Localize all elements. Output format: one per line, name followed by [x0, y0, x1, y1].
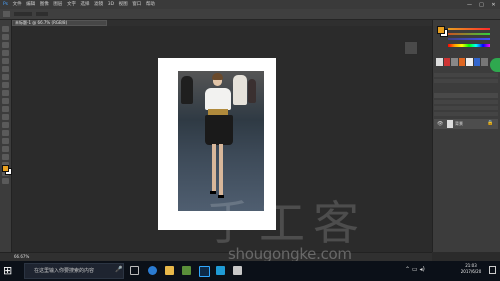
maximize-button[interactable]: □ — [478, 2, 485, 8]
menu-item-type[interactable]: 文字 — [67, 0, 76, 9]
close-button[interactable]: ✕ — [490, 2, 497, 8]
style-swatch[interactable] — [473, 58, 481, 66]
edge-icon[interactable] — [148, 266, 157, 275]
marquee-tool-icon[interactable] — [2, 34, 9, 40]
style-swatch[interactable] — [443, 58, 451, 66]
collapsed-panel-icon[interactable] — [404, 41, 418, 55]
zoom-readout[interactable]: 66.67% — [14, 254, 29, 259]
layer-name: 背景 — [455, 121, 463, 126]
taskbar-search-box[interactable]: 在这里输入你要搜索的内容 — [24, 263, 124, 279]
model-leg — [212, 144, 216, 192]
green-slider[interactable] — [448, 33, 490, 35]
layers-panel-tabs[interactable] — [434, 93, 498, 98]
menu-item-layer[interactable]: 图层 — [53, 0, 62, 9]
photos-icon[interactable] — [233, 266, 242, 275]
blur-tool-icon[interactable] — [2, 122, 9, 128]
brush-tool-icon[interactable] — [2, 82, 9, 88]
right-panel-dock — [432, 20, 500, 252]
model-skirt — [205, 115, 233, 145]
eyedropper-tool-icon[interactable] — [2, 66, 9, 72]
layers-filter-row[interactable] — [434, 100, 498, 104]
options-bar — [0, 9, 500, 20]
stamp-tool-icon[interactable] — [2, 90, 9, 96]
type-tool-icon[interactable] — [2, 146, 9, 152]
taskbar-search-placeholder: 在这里输入你要搜索的内容 — [34, 268, 95, 274]
lasso-tool-icon[interactable] — [2, 42, 9, 48]
layer-thumbnail — [447, 120, 453, 128]
zoom-tool-icon[interactable] — [2, 178, 9, 184]
layers-blend-row[interactable] — [434, 106, 498, 110]
notification-icon[interactable] — [489, 266, 496, 274]
status-bar: 66.67% — [0, 252, 432, 261]
healing-tool-icon[interactable] — [2, 74, 9, 80]
dodge-tool-icon[interactable] — [2, 130, 9, 136]
store-icon[interactable] — [182, 266, 191, 275]
style-swatch[interactable] — [466, 58, 473, 66]
menu-item-3d[interactable]: 3D — [108, 0, 114, 9]
runway-photo — [178, 71, 264, 211]
crop-tool-icon[interactable] — [2, 58, 9, 64]
path-select-tool-icon[interactable] — [2, 154, 9, 160]
menu-item-window[interactable]: 窗口 — [132, 0, 141, 9]
foreground-color-swatch[interactable] — [2, 165, 9, 172]
task-view-icon[interactable] — [130, 266, 139, 275]
red-slider[interactable] — [448, 28, 490, 30]
gradient-tool-icon[interactable] — [2, 114, 9, 120]
taskbar-clock[interactable]: 21:03 2017/6/20 — [456, 263, 486, 275]
model-shoe — [210, 191, 216, 194]
floating-green-button[interactable] — [490, 58, 500, 72]
style-swatch[interactable] — [436, 58, 443, 66]
app-icon[interactable] — [216, 266, 225, 275]
menu-item-file[interactable]: 文件 — [13, 0, 22, 9]
menu-item-image[interactable]: 图像 — [40, 0, 49, 9]
photoshop-icon[interactable] — [199, 266, 210, 277]
model-hair — [212, 73, 223, 80]
background-model — [248, 79, 256, 103]
background-model — [181, 76, 193, 104]
options-field[interactable] — [14, 12, 32, 16]
quick-select-tool-icon[interactable] — [2, 50, 9, 56]
eye-icon[interactable]: 👁 — [437, 121, 443, 127]
microphone-icon[interactable]: 🎤 — [115, 266, 122, 273]
folder-icon[interactable] — [165, 266, 174, 275]
toolbox — [0, 20, 12, 252]
pen-tool-icon[interactable] — [2, 138, 9, 144]
adjustments-row — [434, 79, 498, 83]
menu-bar: Ps 文件 编辑 图像 图层 文字 选择 滤镜 3D 视图 窗口 帮助 — [0, 0, 500, 9]
document-tab[interactable]: 未标题-1 @ 66.7% (RGB/8) — [12, 20, 107, 26]
model-blouse — [205, 88, 231, 110]
minimize-button[interactable]: — — [466, 2, 473, 8]
move-tool-icon[interactable] — [2, 26, 9, 32]
clock-date: 2017/6/20 — [460, 269, 482, 274]
spectrum-bar[interactable] — [448, 44, 490, 47]
blue-slider[interactable] — [448, 38, 490, 40]
menu-item-help[interactable]: 帮助 — [146, 0, 155, 9]
history-brush-tool-icon[interactable] — [2, 98, 9, 104]
style-swatch[interactable] — [481, 58, 489, 66]
swatch-row — [436, 58, 489, 66]
windows-start-icon[interactable]: ⊞ — [3, 265, 12, 276]
menu-item-filter[interactable]: 滤镜 — [94, 0, 103, 9]
adjustments-row — [434, 73, 498, 77]
layers-lock-row[interactable] — [434, 112, 498, 116]
menu-item-edit[interactable]: 编辑 — [26, 0, 35, 9]
menu-item-view[interactable]: 视图 — [119, 0, 128, 9]
tool-preset-icon[interactable] — [3, 11, 10, 17]
window-controls: — □ ✕ — [466, 0, 497, 9]
document-tab-label: 未标题-1 @ 66.7% (RGB/8) — [15, 20, 68, 25]
ps-logo: Ps — [3, 2, 8, 7]
system-tray[interactable]: ⌃ ▭ ◂) — [405, 266, 425, 273]
color-panel-foreground-swatch[interactable] — [437, 26, 445, 34]
eraser-tool-icon[interactable] — [2, 106, 9, 112]
style-swatch[interactable] — [451, 58, 458, 66]
watermark-logo: 手工客 — [205, 196, 367, 250]
style-swatch[interactable] — [458, 58, 466, 66]
options-field[interactable] — [36, 12, 48, 16]
lock-icon: 🔒 — [487, 120, 494, 126]
background-model — [233, 75, 247, 105]
model-leg — [219, 144, 223, 196]
menu-item-select[interactable]: 选择 — [81, 0, 90, 9]
